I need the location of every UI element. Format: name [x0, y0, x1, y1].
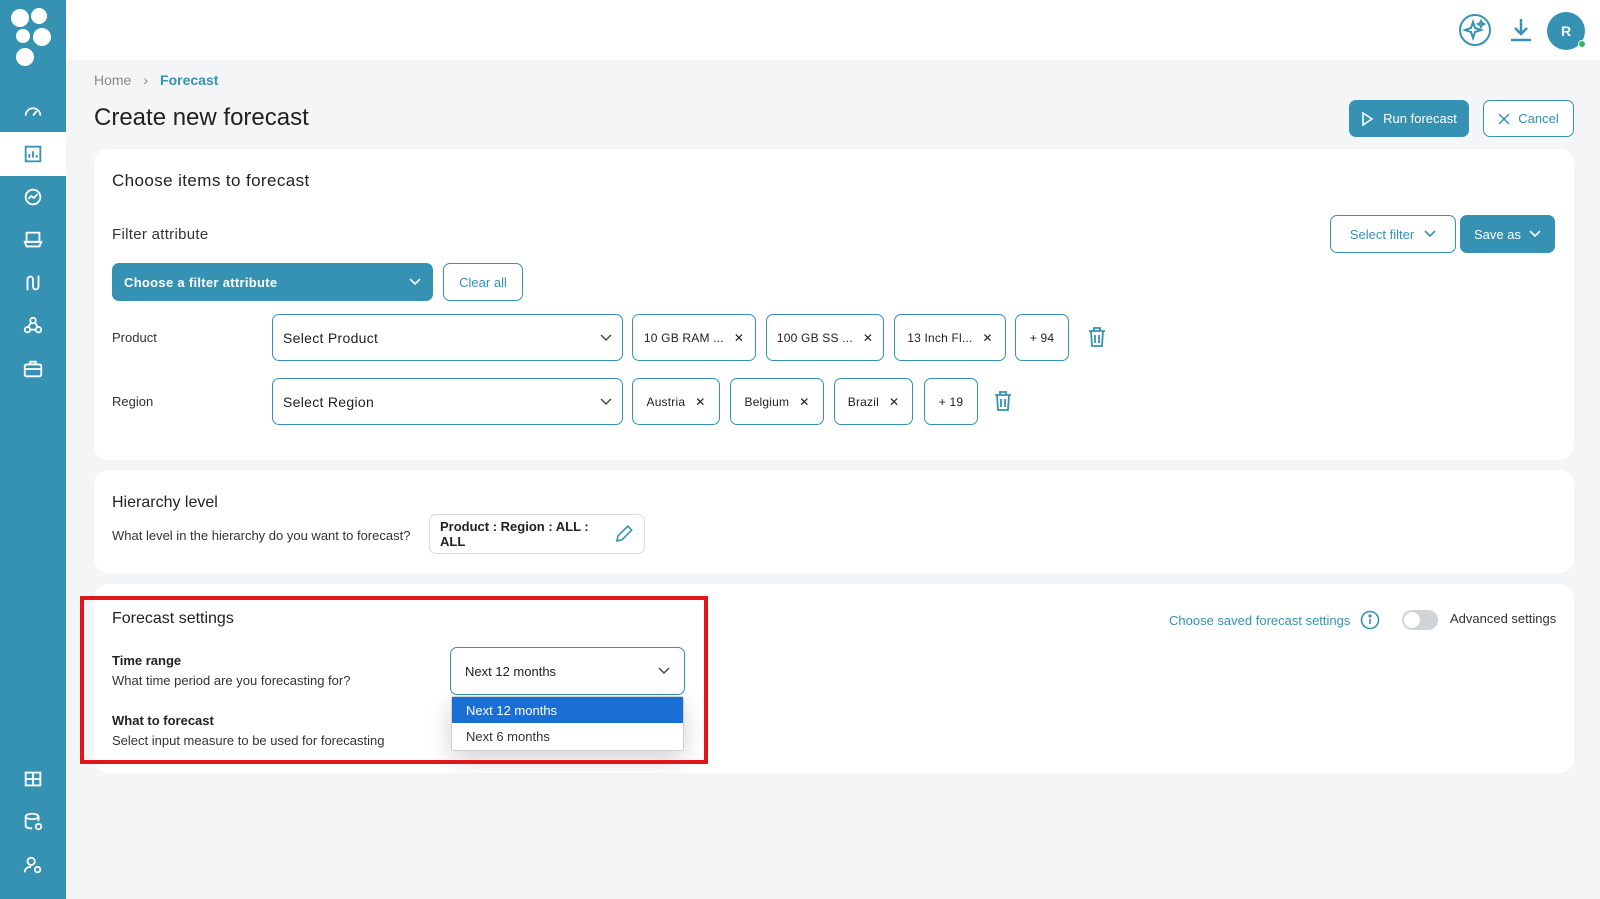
product-label: Product	[112, 330, 157, 345]
advanced-settings-label: Advanced settings	[1450, 611, 1557, 626]
nav-dashboard-icon[interactable]	[0, 89, 66, 133]
region-label: Region	[112, 394, 154, 409]
nav-briefcase-icon[interactable]	[0, 347, 66, 391]
region-select[interactable]: Select Region	[272, 378, 623, 425]
nav-database-settings-icon[interactable]	[0, 800, 66, 844]
choose-items-card: Choose items to forecast Filter attribut…	[94, 149, 1574, 460]
nav-network-icon[interactable]	[0, 304, 66, 348]
product-chip[interactable]: 100 GB SS ... ✕	[766, 314, 884, 361]
hierarchy-card: Hierarchy level What level in the hierar…	[94, 470, 1574, 573]
page-title: Create new forecast	[94, 104, 309, 131]
trash-icon[interactable]	[1087, 326, 1107, 348]
choose-saved-settings-link[interactable]: Choose saved forecast settings	[1169, 610, 1380, 630]
nav-shipping-icon[interactable]	[0, 218, 66, 262]
ai-sparkle-icon[interactable]	[1457, 12, 1493, 48]
info-icon[interactable]	[1360, 610, 1380, 630]
chevron-right-icon: ›	[143, 72, 149, 88]
app-logo[interactable]	[9, 6, 57, 72]
hierarchy-question: What level in the hierarchy do you want …	[112, 528, 411, 543]
region-chip[interactable]: Belgium ✕	[730, 378, 824, 425]
breadcrumb-home[interactable]: Home	[94, 72, 131, 88]
close-icon[interactable]: ✕	[734, 331, 744, 345]
region-more-chip[interactable]: + 19	[924, 378, 978, 425]
hierarchy-level-field[interactable]: Product : Region : ALL : ALL	[429, 514, 645, 554]
download-icon[interactable]	[1503, 12, 1539, 48]
product-select[interactable]: Select Product	[272, 314, 623, 361]
close-icon[interactable]: ✕	[889, 395, 899, 409]
sidebar	[0, 0, 66, 899]
filter-attribute-label: Filter attribute	[112, 226, 209, 243]
chevron-down-icon	[1424, 230, 1436, 238]
close-icon[interactable]: ✕	[983, 331, 993, 345]
breadcrumb-current: Forecast	[160, 72, 219, 88]
card-title: Choose items to forecast	[112, 171, 310, 190]
trash-icon[interactable]	[993, 390, 1013, 412]
close-icon[interactable]: ✕	[695, 395, 705, 409]
close-icon[interactable]: ✕	[799, 395, 809, 409]
close-icon[interactable]: ✕	[863, 331, 873, 345]
nav-reports-icon[interactable]	[0, 757, 66, 801]
region-chip[interactable]: Brazil ✕	[834, 378, 913, 425]
close-icon	[1498, 112, 1510, 125]
clear-all-button[interactable]: Clear all	[443, 263, 523, 301]
nav-analytics-icon[interactable]	[0, 175, 66, 219]
hierarchy-title: Hierarchy level	[112, 494, 218, 511]
top-bar	[66, 0, 1600, 60]
cancel-button[interactable]: Cancel	[1483, 100, 1574, 137]
advanced-settings-toggle[interactable]	[1402, 610, 1438, 630]
pencil-icon[interactable]	[614, 524, 634, 544]
play-icon	[1362, 111, 1374, 126]
select-filter-button[interactable]: Select filter	[1330, 215, 1456, 253]
product-chip[interactable]: 10 GB RAM ... ✕	[632, 314, 756, 361]
chevron-down-icon	[600, 398, 612, 405]
product-chip[interactable]: 13 Inch Fl... ✕	[894, 314, 1006, 361]
product-more-chip[interactable]: + 94	[1015, 314, 1069, 361]
nav-route-icon[interactable]	[0, 261, 66, 305]
region-chip[interactable]: Austria ✕	[632, 378, 720, 425]
choose-filter-attribute-dropdown[interactable]: Choose a filter attribute	[112, 263, 433, 301]
chevron-down-icon	[409, 278, 421, 286]
online-status-dot	[1578, 40, 1586, 48]
chevron-down-icon	[600, 334, 612, 341]
save-as-button[interactable]: Save as	[1460, 215, 1555, 253]
nav-user-settings-icon[interactable]	[0, 843, 66, 887]
breadcrumb: Home › Forecast	[94, 72, 218, 88]
run-forecast-button[interactable]: Run forecast	[1349, 100, 1469, 137]
chevron-down-icon	[1529, 230, 1541, 238]
nav-forecast-icon[interactable]	[0, 132, 66, 176]
highlight-box	[80, 596, 708, 764]
